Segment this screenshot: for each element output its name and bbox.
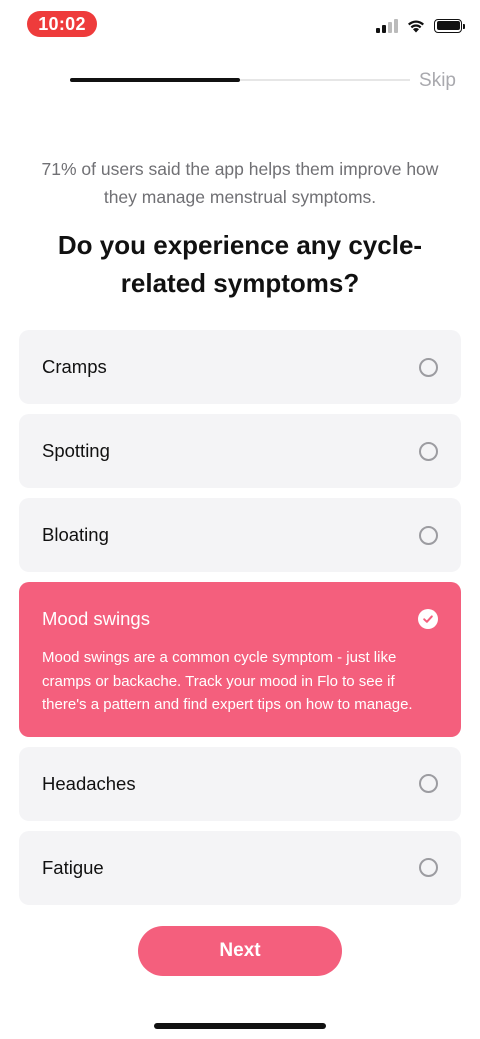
symptom-options-list[interactable]: Cramps Spotting Bloating Mood swings Mood sw… bbox=[19, 330, 461, 908]
option-label: Mood swings bbox=[42, 608, 150, 629]
cellular-signal-icon bbox=[376, 18, 398, 33]
option-label: Spotting bbox=[42, 440, 110, 461]
radio-icon[interactable] bbox=[419, 441, 438, 461]
symptom-option-headaches[interactable]: Headaches bbox=[19, 746, 461, 821]
battery-icon bbox=[434, 18, 465, 33]
checkmark-icon[interactable] bbox=[418, 609, 438, 629]
status-time: 10:02 bbox=[27, 11, 97, 37]
symptom-option-cramps[interactable]: Cramps bbox=[19, 330, 461, 404]
option-label: Cramps bbox=[42, 356, 107, 377]
question-title: Do you experience any cycle-related symp… bbox=[57, 230, 423, 298]
symptom-option-mood-swings[interactable]: Mood swings Mood swings are a common cycl… bbox=[19, 582, 461, 737]
symptom-option-fatigue[interactable]: Fatigue bbox=[19, 830, 461, 905]
option-label: Fatigue bbox=[42, 856, 104, 878]
next-button[interactable]: Next bbox=[138, 926, 342, 976]
option-label: Headaches bbox=[42, 772, 136, 794]
radio-icon[interactable] bbox=[419, 525, 438, 545]
progress-bar-fill bbox=[70, 78, 240, 82]
status-icons bbox=[376, 18, 465, 33]
home-indicator bbox=[154, 1023, 326, 1029]
option-label: Bloating bbox=[42, 524, 109, 545]
radio-icon[interactable] bbox=[419, 858, 438, 877]
option-description: Mood swings are a common cycle symptom -… bbox=[42, 649, 413, 713]
symptom-option-bloating[interactable]: Bloating bbox=[19, 498, 461, 572]
wifi-icon bbox=[408, 20, 424, 33]
progress-bar bbox=[70, 78, 410, 82]
radio-icon[interactable] bbox=[419, 357, 438, 377]
status-bar: 10:02 bbox=[0, 0, 480, 48]
skip-button[interactable]: Skip bbox=[419, 70, 456, 92]
stat-text: 71% of users said the app helps them imp… bbox=[41, 159, 439, 207]
symptom-option-spotting[interactable]: Spotting bbox=[19, 414, 461, 488]
onboarding-header: Skip bbox=[70, 68, 456, 96]
radio-icon[interactable] bbox=[419, 774, 438, 793]
